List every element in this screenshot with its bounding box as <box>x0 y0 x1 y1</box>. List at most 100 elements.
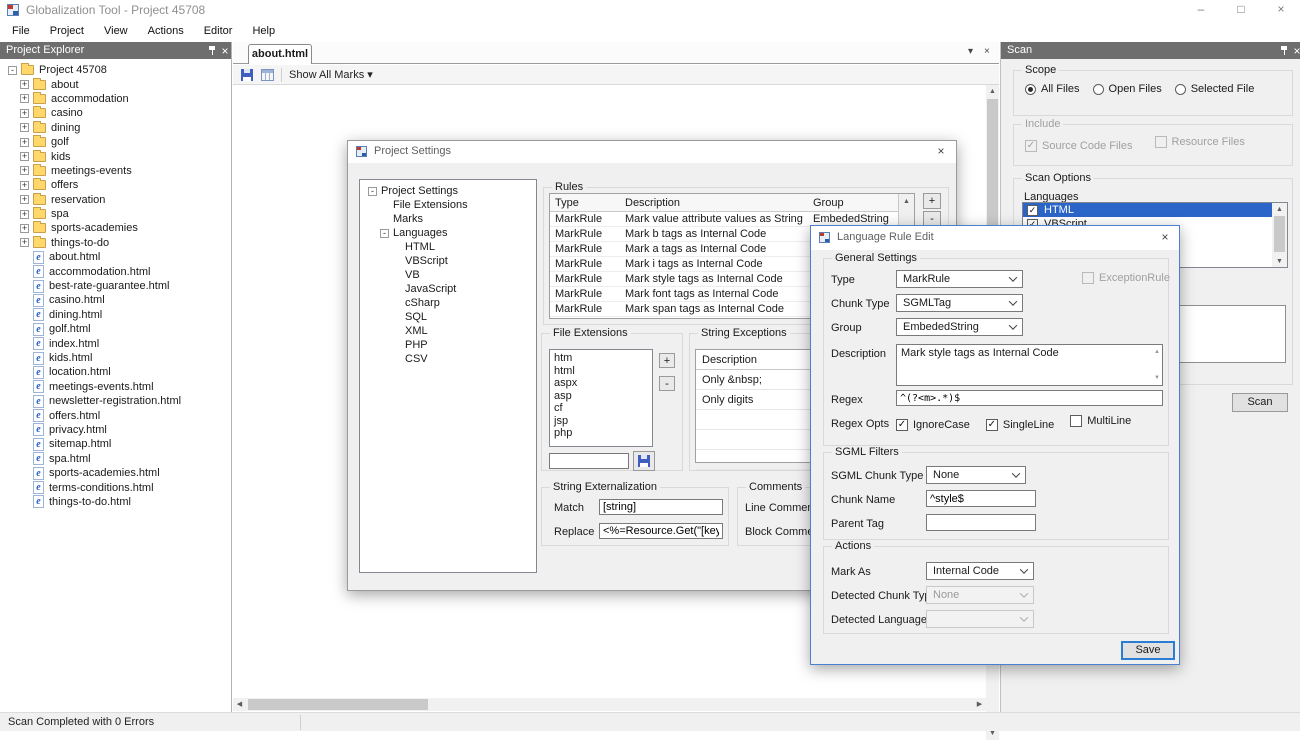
save-button[interactable]: Save <box>1121 641 1175 660</box>
pin-icon[interactable] <box>206 45 218 57</box>
tree-expander-icon[interactable]: - <box>380 229 389 238</box>
scroll-left-icon[interactable]: ◀ <box>233 698 246 711</box>
checkbox-icon[interactable]: ✓ <box>896 419 908 431</box>
tree-item[interactable]: + offers <box>0 178 231 192</box>
tree-item[interactable]: - Project 45708 <box>0 63 231 77</box>
tree-expander-icon[interactable]: - <box>8 66 17 75</box>
tree-item[interactable]: sitemap.html <box>0 437 231 451</box>
tree-item[interactable]: kids.html <box>0 351 231 365</box>
file-extension-item[interactable]: jsp <box>550 415 652 428</box>
editor-horizontal-scrollbar[interactable]: ◀ ▶ <box>233 698 986 711</box>
tree-expander-icon[interactable]: + <box>20 152 29 161</box>
save-icon[interactable] <box>241 69 253 81</box>
settings-tree-item[interactable]: CSV <box>360 352 536 366</box>
settings-tree-item[interactable]: File Extensions <box>360 198 536 212</box>
tab-close-icon[interactable]: × <box>984 46 990 57</box>
tree-item[interactable]: + meetings-events <box>0 164 231 178</box>
maximize-button-icon[interactable]: □ <box>1226 0 1256 20</box>
settings-tree-item[interactable]: Marks <box>360 212 536 226</box>
menu-item[interactable]: View <box>94 20 138 42</box>
tree-item[interactable]: meetings-events.html <box>0 380 231 394</box>
chunk-name-input[interactable] <box>926 490 1036 507</box>
file-extension-item[interactable]: cf <box>550 402 652 415</box>
tree-expander-icon[interactable]: + <box>20 181 29 190</box>
scope-radio-option[interactable]: Open Files <box>1093 83 1162 95</box>
scroll-thumb[interactable] <box>1274 216 1285 252</box>
close-panel-icon[interactable]: × <box>1291 45 1300 57</box>
tree-expander-icon[interactable]: + <box>20 80 29 89</box>
replace-input[interactable] <box>599 523 723 539</box>
settings-tree-item[interactable]: VBScript <box>360 254 536 268</box>
tree-expander-icon[interactable]: + <box>20 94 29 103</box>
languages-scrollbar[interactable]: ▲ ▼ <box>1272 203 1287 267</box>
menu-item[interactable]: Help <box>242 20 285 42</box>
description-textarea[interactable]: Mark style tags as Internal Code ▲ ▼ <box>896 344 1163 386</box>
type-combo[interactable]: MarkRule <box>896 270 1023 288</box>
tree-item[interactable]: + spa <box>0 207 231 221</box>
tree-item[interactable]: + golf <box>0 135 231 149</box>
file-extension-item[interactable]: asp <box>550 390 652 403</box>
scope-radio-option[interactable]: Selected File <box>1175 83 1255 95</box>
radio-icon[interactable] <box>1175 84 1186 95</box>
file-extension-item[interactable]: php <box>550 427 652 440</box>
settings-tree-item[interactable]: SQL <box>360 310 536 324</box>
mark-as-combo[interactable]: Internal Code <box>926 562 1034 580</box>
regex-opt-checkbox[interactable]: MultiLine <box>1070 415 1131 427</box>
show-all-marks-dropdown[interactable]: Show All Marks ▾ <box>289 68 373 81</box>
settings-tree-item[interactable]: JavaScript <box>360 282 536 296</box>
scroll-up-icon[interactable]: ▲ <box>1272 203 1287 216</box>
tree-item[interactable]: + dining <box>0 121 231 135</box>
file-extension-item[interactable]: htm <box>550 352 652 365</box>
add-rule-button[interactable]: + <box>923 193 941 209</box>
save-extension-button[interactable] <box>633 451 655 471</box>
scroll-down-icon[interactable]: ▼ <box>1154 375 1160 381</box>
tree-item[interactable]: privacy.html <box>0 423 231 437</box>
tree-item[interactable]: accommodation.html <box>0 264 231 278</box>
menu-item[interactable]: Project <box>40 20 94 42</box>
checkbox-icon[interactable]: ✓ <box>986 419 998 431</box>
settings-tree-item[interactable]: - Languages <box>360 226 536 240</box>
tree-expander-icon[interactable]: + <box>20 210 29 219</box>
tree-expander-icon[interactable]: + <box>20 109 29 118</box>
tree-expander-icon[interactable]: + <box>20 123 29 132</box>
tree-item[interactable]: + sports-academies <box>0 221 231 235</box>
tree-item[interactable]: offers.html <box>0 408 231 422</box>
regex-input[interactable] <box>896 390 1163 406</box>
tree-item[interactable]: + about <box>0 77 231 91</box>
match-input[interactable] <box>599 499 723 515</box>
add-extension-button[interactable]: + <box>659 353 675 368</box>
menu-item[interactable]: Editor <box>194 20 243 42</box>
tree-item[interactable]: about.html <box>0 250 231 264</box>
scroll-up-icon[interactable]: ▲ <box>1154 349 1160 355</box>
tree-expander-icon[interactable]: + <box>20 166 29 175</box>
settings-tree-item[interactable]: - Project Settings <box>360 184 536 198</box>
group-combo[interactable]: EmbededString <box>896 318 1023 336</box>
tree-item[interactable]: casino.html <box>0 293 231 307</box>
file-extension-item[interactable]: html <box>550 365 652 378</box>
tree-expander-icon[interactable]: + <box>20 138 29 147</box>
tree-item[interactable]: spa.html <box>0 452 231 466</box>
language-row[interactable]: ✓ HTML <box>1023 203 1272 217</box>
sgml-chunk-type-combo[interactable]: None <box>926 466 1026 484</box>
tree-item[interactable]: + things-to-do <box>0 236 231 250</box>
scroll-down-icon[interactable]: ▼ <box>1272 255 1287 268</box>
tree-item[interactable]: + accommodation <box>0 92 231 106</box>
settings-tree-item[interactable]: cSharp <box>360 296 536 310</box>
settings-tree-item[interactable]: PHP <box>360 338 536 352</box>
radio-icon[interactable] <box>1025 84 1036 95</box>
dialog-close-icon[interactable]: × <box>1157 230 1173 244</box>
tree-expander-icon[interactable]: + <box>20 195 29 204</box>
scope-radio-option[interactable]: All Files <box>1025 83 1080 95</box>
vertical-scroll-thumb[interactable] <box>987 99 998 239</box>
radio-icon[interactable] <box>1093 84 1104 95</box>
remove-extension-button[interactable]: - <box>659 376 675 391</box>
tree-item[interactable]: newsletter-registration.html <box>0 394 231 408</box>
settings-tree-item[interactable]: HTML <box>360 240 536 254</box>
tree-expander-icon[interactable]: + <box>20 224 29 233</box>
tree-item[interactable]: best-rate-guarantee.html <box>0 279 231 293</box>
checkbox-icon[interactable] <box>1070 415 1082 427</box>
tree-item[interactable]: dining.html <box>0 308 231 322</box>
new-extension-input[interactable] <box>549 453 629 469</box>
tree-item[interactable]: + reservation <box>0 193 231 207</box>
minimize-button-icon[interactable]: – <box>1186 0 1216 20</box>
